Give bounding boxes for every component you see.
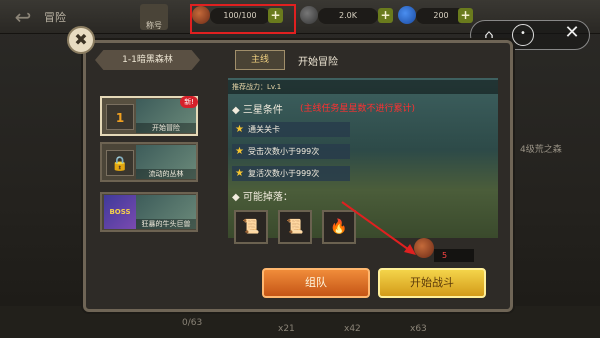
gold-counter: 2.0K — [318, 8, 378, 24]
page-title: 冒险 — [44, 11, 66, 24]
stage-number: 1 — [106, 104, 134, 130]
start-battle-button[interactable]: 开始战斗 — [378, 268, 486, 298]
back-arrow-icon[interactable]: ↩ — [8, 6, 38, 28]
stage-item-label: 狂暴的牛头巨兽 — [136, 219, 196, 229]
close-icon[interactable]: ✕ — [561, 22, 583, 44]
condition-label: 受击次数小于999次 — [248, 147, 320, 156]
star-icon: ★ — [235, 168, 244, 179]
reward-count-3: x63 — [410, 324, 427, 334]
side-stage-label: 4级荒之森 — [520, 145, 562, 155]
condition-label: 通关关卡 — [248, 125, 280, 134]
stage-item-label: 流动的丛林 — [136, 169, 196, 179]
drop-item-scroll[interactable]: 📜 — [278, 210, 312, 244]
red-arrow — [341, 201, 416, 255]
reward-count-2: x42 — [344, 324, 361, 334]
drops-title: ◆ 可能掉落： — [232, 192, 293, 203]
panel-close-button[interactable]: ✖ — [67, 26, 95, 54]
progress-text: 0/63 — [182, 318, 203, 328]
stage-item-1[interactable]: 1 开始冒险 新! — [100, 96, 198, 136]
condition-item: ★ 受击次数小于999次 — [232, 144, 350, 159]
condition-item: ★ 通关关卡 — [232, 122, 350, 137]
gem-icon — [398, 6, 416, 24]
lock-icon: 🔒 — [106, 150, 134, 176]
stage-title: 1-1暗黑森林 — [95, 50, 200, 70]
boss-icon: BOSS — [104, 195, 136, 229]
stage-item-2[interactable]: 🔒 流动的丛林 — [100, 142, 198, 182]
new-badge: 新! — [180, 96, 198, 108]
more-icon[interactable]: • — [512, 24, 534, 46]
reward-count-1: x21 — [278, 324, 295, 334]
red-annotation: (主线任务星星数不进行累计) — [300, 104, 416, 114]
stamina-cost: 5 — [434, 249, 474, 262]
team-button[interactable]: 组队 — [262, 268, 370, 298]
add-gold-button[interactable]: + — [378, 8, 393, 23]
star-icon: ★ — [235, 146, 244, 157]
drop-item-scroll[interactable]: 📜 — [234, 210, 268, 244]
three-star-title: ◆ 三星条件 — [232, 105, 283, 116]
meat-icon — [414, 238, 434, 258]
stage-item-label: 开始冒险 — [136, 123, 196, 133]
stage-item-3[interactable]: BOSS 狂暴的牛头巨兽 — [100, 192, 198, 232]
recommended-power: 推荐战力：Lv.1 — [228, 80, 498, 94]
title-badge-label: 称号 — [146, 21, 162, 30]
tab-title: 开始冒险 — [298, 57, 338, 68]
add-gem-button[interactable]: + — [458, 8, 473, 23]
coin-icon — [300, 6, 318, 24]
tab-main[interactable]: 主线 — [235, 50, 285, 70]
title-badge[interactable]: 称号 — [140, 4, 168, 30]
star-icon: ★ — [235, 124, 244, 135]
condition-item: ★ 复活次数小于999次 — [232, 166, 350, 181]
condition-label: 复活次数小于999次 — [248, 169, 320, 178]
highlight-box — [190, 4, 296, 34]
